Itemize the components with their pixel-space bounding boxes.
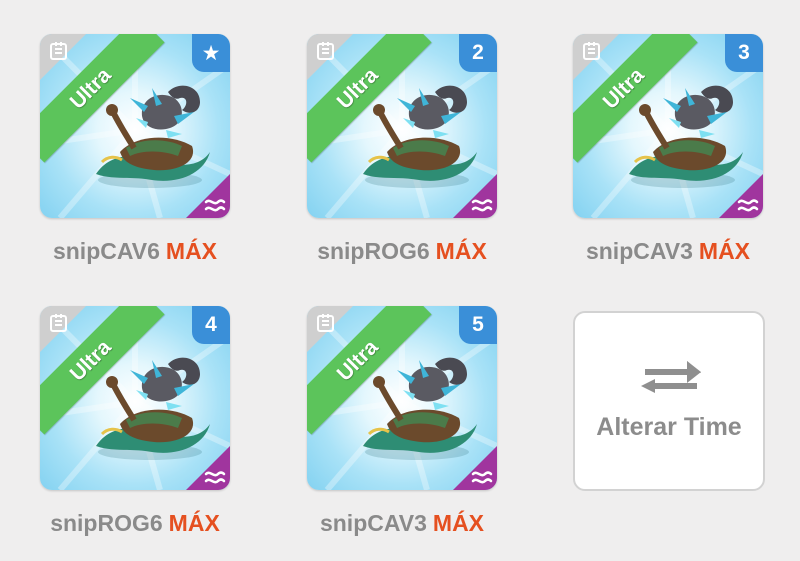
monster-card[interactable]: Ultra 5: [307, 306, 497, 490]
star-icon: ★: [192, 34, 230, 72]
team-position-badge: 5: [459, 306, 497, 344]
water-wave-icon: [204, 199, 226, 212]
team-position-badge: 2: [459, 34, 497, 72]
book-icon: [50, 314, 67, 332]
monster-name: snipROG6: [50, 510, 163, 536]
monster-name: snipCAV3: [585, 238, 693, 264]
team-position-badge: 4: [192, 306, 230, 344]
water-wave-icon: [471, 199, 493, 212]
monster-card[interactable]: Ultra ★: [40, 34, 230, 218]
switch-team-button[interactable]: Alterar Time: [573, 311, 765, 491]
water-wave-icon: [204, 471, 226, 484]
monster-name-label: snipROG6 MÁX: [20, 510, 250, 537]
team-position-badge: 3: [725, 34, 763, 72]
monster-card[interactable]: Ultra 3: [573, 34, 763, 218]
level-max-label: MÁX: [432, 510, 485, 536]
level-max-label: MÁX: [168, 510, 220, 536]
switch-team-label: Alterar Time: [596, 413, 742, 441]
swap-arrows-icon: [641, 361, 701, 393]
level-max-label: MÁX: [698, 238, 751, 264]
monster-name-label: snipROG6 MÁX: [287, 238, 517, 265]
monster-name: snipCAV6: [52, 238, 160, 264]
monster-name: snipROG6: [317, 238, 430, 264]
water-wave-icon: [471, 471, 493, 484]
book-icon: [317, 42, 334, 60]
monster-name-label: snipCAV6 MÁX: [20, 238, 250, 265]
monster-card[interactable]: Ultra 2: [307, 34, 497, 218]
level-max-label: MÁX: [165, 238, 218, 264]
book-icon: [50, 42, 67, 60]
monster-card[interactable]: Ultra 4: [40, 306, 230, 490]
level-max-label: MÁX: [435, 238, 487, 264]
book-icon: [317, 314, 334, 332]
water-wave-icon: [737, 199, 759, 212]
monster-name: snipCAV3: [319, 510, 427, 536]
book-icon: [583, 42, 600, 60]
monster-name-label: snipCAV3 MÁX: [553, 238, 783, 265]
monster-name-label: snipCAV3 MÁX: [287, 510, 517, 537]
